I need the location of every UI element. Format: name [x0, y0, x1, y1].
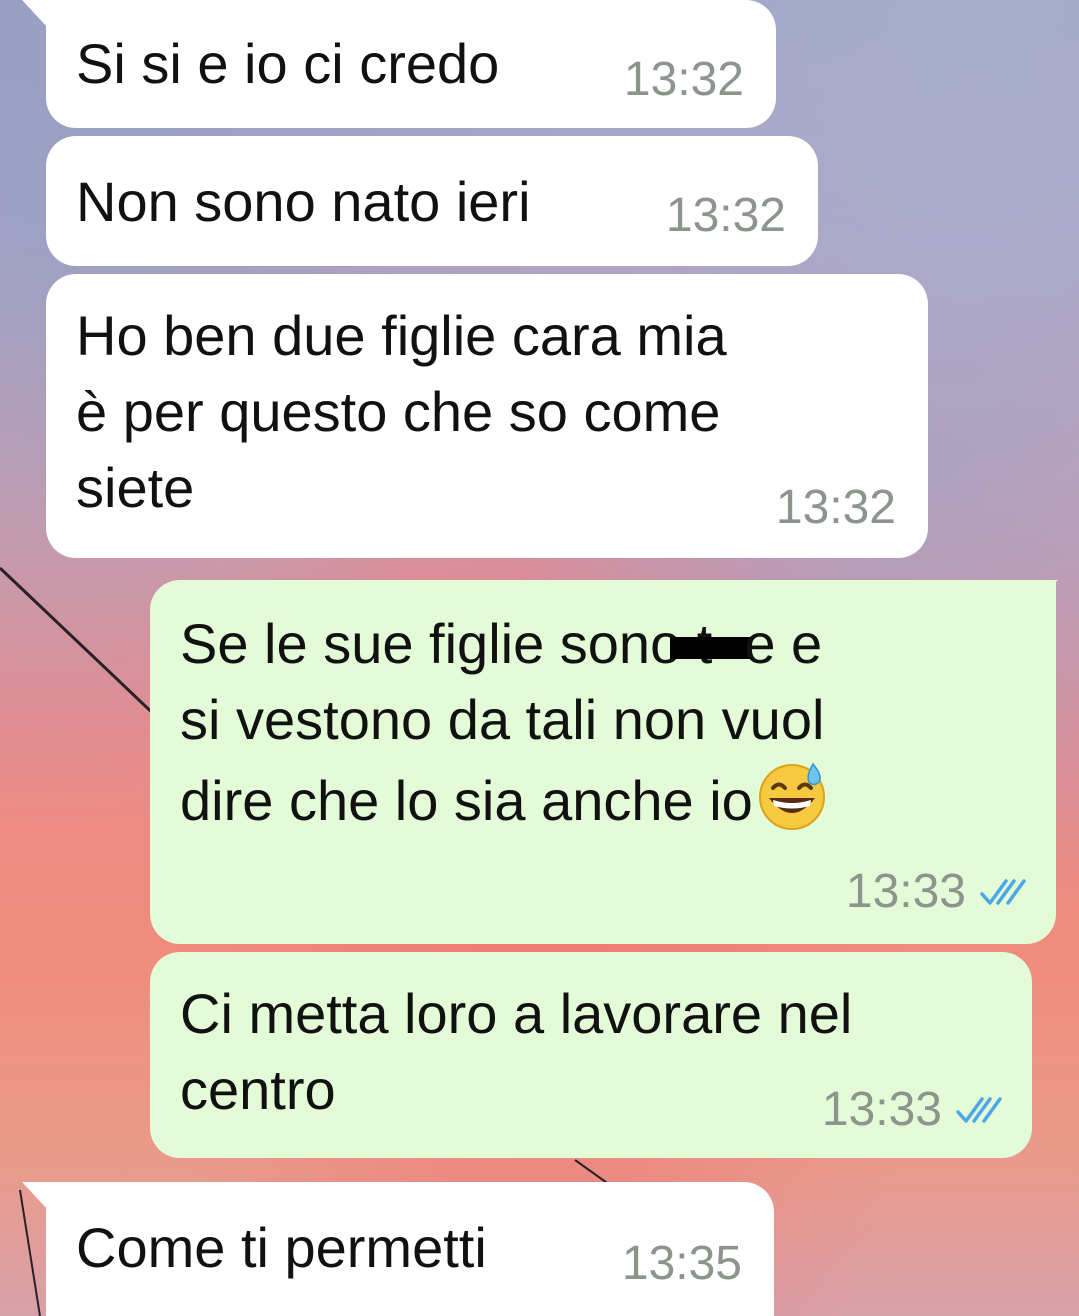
message-time: 13:33 — [821, 1083, 942, 1136]
message-text: Si si e io ci credo — [76, 32, 500, 95]
incoming-message[interactable]: Come ti permetti 13:35 — [46, 1182, 774, 1316]
message-meta: 13:32 — [624, 52, 744, 108]
message-meta: 13:33 — [846, 864, 1030, 920]
outgoing-bubble-tail — [1030, 580, 1058, 608]
message-text-part: Se le sue figlie sono t — [180, 612, 713, 675]
read-double-check-icon — [956, 1097, 1002, 1123]
incoming-message[interactable]: Si si e io ci credo 13:32 — [46, 0, 776, 128]
message-text: Come ti permetti — [76, 1216, 487, 1279]
read-double-check-icon — [980, 879, 1026, 905]
message-meta: 13:32 — [776, 480, 896, 536]
outgoing-message[interactable]: Se le sue figlie sono te e si vestono da… — [150, 580, 1056, 944]
message-text: Ci metta loro a lavorare nel centro — [180, 982, 853, 1121]
message-time: 13:32 — [623, 53, 744, 106]
message-time: 13:35 — [621, 1237, 742, 1290]
message-text: Se le sue figlie sono te e si vestono da… — [180, 606, 829, 839]
message-meta: 13:33 — [822, 1082, 1006, 1138]
incoming-message[interactable]: Non sono nato ieri 13:32 — [46, 136, 818, 266]
sweat-smile-emoji — [758, 762, 825, 830]
message-time: 13:33 — [845, 865, 966, 918]
message-meta: 13:32 — [666, 188, 786, 244]
incoming-bubble-tail — [22, 1182, 48, 1210]
incoming-message[interactable]: Ho ben due figlie cara mia è per questo … — [46, 274, 928, 558]
redaction-bar — [670, 637, 751, 660]
incoming-bubble-tail — [22, 0, 48, 28]
outgoing-message[interactable]: Ci metta loro a lavorare nel centro 13:3… — [150, 952, 1032, 1158]
message-time: 13:32 — [775, 481, 896, 534]
message-text: Non sono nato ieri — [76, 170, 531, 233]
message-time: 13:32 — [665, 189, 786, 242]
message-meta: 13:35 — [622, 1236, 742, 1292]
message-text: Ho ben due figlie cara mia è per questo … — [76, 304, 727, 519]
